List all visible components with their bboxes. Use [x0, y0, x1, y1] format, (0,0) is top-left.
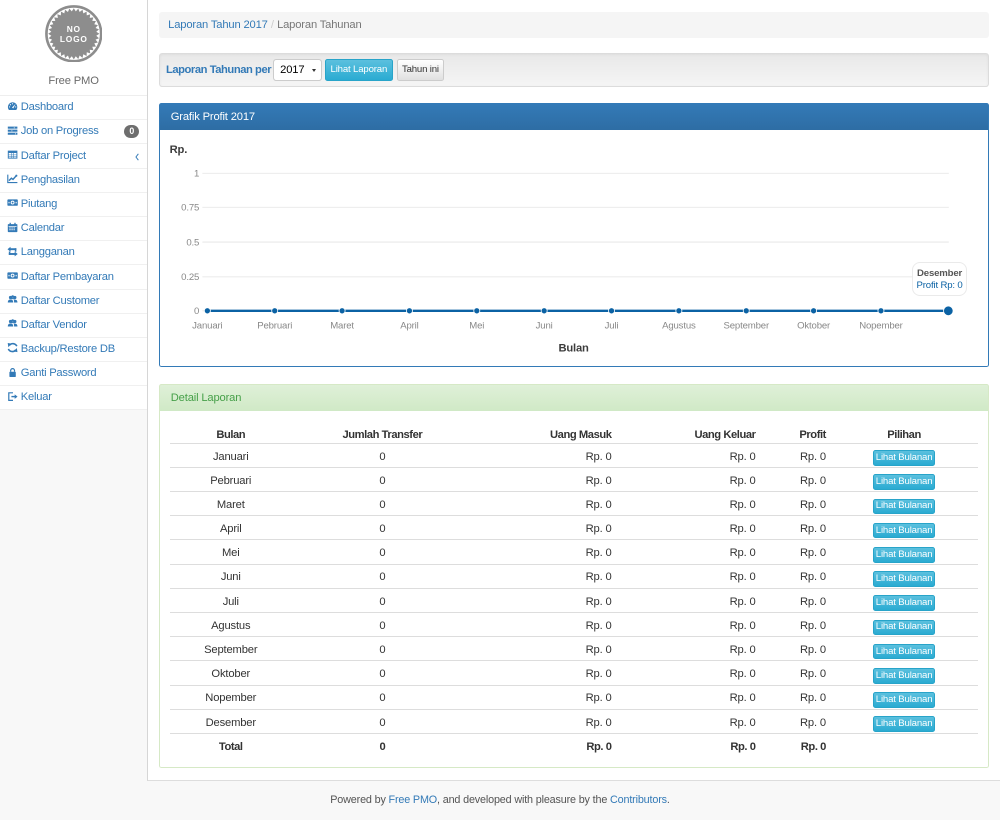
svg-text:Bulan: Bulan: [559, 342, 590, 354]
svg-text:Nopember: Nopember: [860, 320, 904, 331]
svg-text:Rp.: Rp.: [170, 144, 188, 156]
svg-text:Juni: Juni: [536, 320, 553, 331]
svg-text:0: 0: [194, 306, 199, 317]
svg-text:NO: NO: [67, 24, 81, 34]
svg-text:September: September: [724, 320, 770, 331]
svg-text:1: 1: [194, 168, 199, 179]
svg-text:LOGO: LOGO: [60, 34, 88, 44]
svg-text:Januari: Januari: [193, 320, 223, 331]
svg-text:Mei: Mei: [470, 320, 485, 331]
svg-text:0.5: 0.5: [187, 237, 200, 248]
svg-text:Agustus: Agustus: [662, 320, 696, 331]
svg-text:April: April: [401, 320, 419, 331]
svg-text:Juli: Juli: [605, 320, 619, 331]
svg-text:0.25: 0.25: [182, 272, 200, 283]
svg-text:Maret: Maret: [331, 320, 355, 331]
svg-text:Oktober: Oktober: [797, 320, 831, 331]
svg-text:Pebruari: Pebruari: [258, 320, 293, 331]
svg-text:0.75: 0.75: [182, 202, 200, 213]
